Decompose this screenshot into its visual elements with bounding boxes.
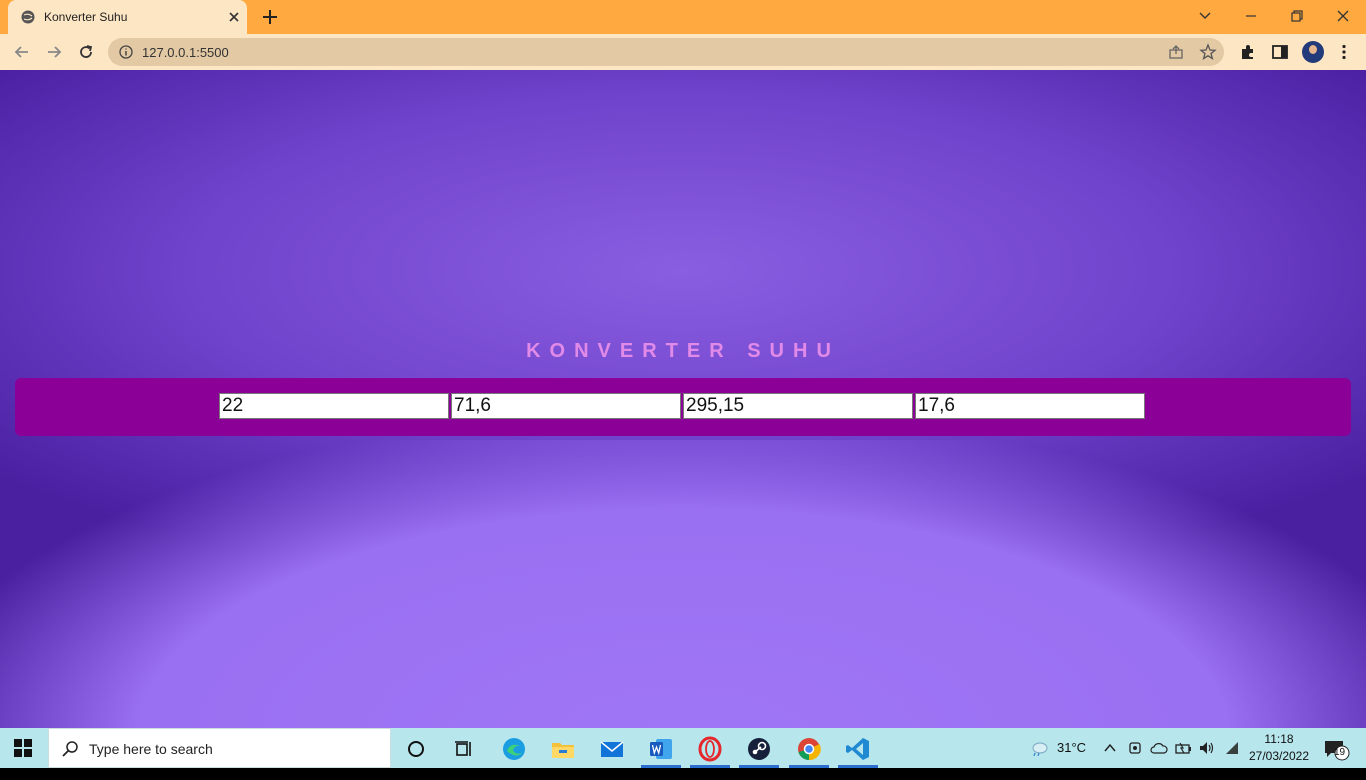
weather-icon[interactable] bbox=[1029, 740, 1049, 756]
minimize-icon[interactable] bbox=[1241, 6, 1261, 26]
battery-icon[interactable] bbox=[1174, 740, 1192, 756]
menu-kebab-icon[interactable] bbox=[1335, 43, 1353, 61]
browser-tab-bar: Konverter Suhu bbox=[0, 0, 1366, 34]
show-hidden-icons-chevron-icon[interactable] bbox=[1103, 741, 1117, 755]
kelvin-input[interactable] bbox=[683, 393, 913, 419]
vscode-icon[interactable] bbox=[845, 736, 871, 762]
task-view-icon[interactable] bbox=[451, 736, 477, 762]
edge-browser-icon[interactable] bbox=[501, 736, 527, 762]
search-placeholder: Type here to search bbox=[89, 741, 213, 757]
reaumur-input[interactable] bbox=[915, 393, 1145, 419]
share-icon[interactable] bbox=[1168, 44, 1184, 60]
windows-taskbar: Type here to search 31°C 11:18 27/03/202… bbox=[0, 728, 1366, 768]
close-window-icon[interactable] bbox=[1333, 6, 1353, 26]
mail-icon[interactable] bbox=[599, 736, 625, 762]
taskbar-search-box[interactable]: Type here to search bbox=[48, 728, 391, 768]
url-text: 127.0.0.1:5500 bbox=[142, 45, 229, 60]
word-icon[interactable] bbox=[648, 736, 674, 762]
profile-avatar[interactable] bbox=[1302, 41, 1324, 63]
browser-tab[interactable]: Konverter Suhu bbox=[8, 0, 247, 34]
page-content: KONVERTER SUHU bbox=[0, 70, 1366, 728]
new-tab-icon[interactable] bbox=[261, 8, 279, 26]
search-icon bbox=[62, 741, 78, 757]
close-tab-icon[interactable] bbox=[226, 9, 242, 25]
notification-count-badge: 19 bbox=[1334, 747, 1346, 758]
clock-date: 27/03/2022 bbox=[1248, 749, 1310, 763]
onedrive-cloud-icon[interactable] bbox=[1150, 741, 1168, 755]
opera-icon[interactable] bbox=[697, 736, 723, 762]
back-arrow-icon[interactable] bbox=[13, 43, 31, 61]
tab-search-chevron-icon[interactable] bbox=[1195, 6, 1215, 26]
network-icon[interactable] bbox=[1224, 740, 1240, 756]
page-title: KONVERTER SUHU bbox=[526, 340, 840, 362]
windows-start-icon[interactable] bbox=[14, 739, 32, 757]
celsius-input[interactable] bbox=[219, 393, 449, 419]
file-explorer-icon[interactable] bbox=[550, 736, 576, 762]
address-bar[interactable]: 127.0.0.1:5500 bbox=[108, 38, 1224, 66]
steam-icon[interactable] bbox=[746, 736, 772, 762]
globe-icon bbox=[21, 10, 35, 24]
fahrenheit-input[interactable] bbox=[451, 393, 681, 419]
browser-toolbar: 127.0.0.1:5500 bbox=[0, 34, 1366, 70]
converter-panel bbox=[15, 378, 1351, 436]
restore-icon[interactable] bbox=[1287, 6, 1307, 26]
clock-time: 11:18 bbox=[1264, 732, 1294, 746]
side-panel-icon[interactable] bbox=[1271, 43, 1289, 61]
meet-now-icon[interactable] bbox=[1128, 740, 1142, 756]
cortana-icon[interactable] bbox=[403, 736, 429, 762]
chrome-icon[interactable] bbox=[796, 736, 822, 762]
site-info-icon[interactable] bbox=[119, 45, 133, 59]
forward-arrow-icon[interactable] bbox=[45, 43, 63, 61]
volume-icon[interactable] bbox=[1198, 740, 1216, 756]
tab-title: Konverter Suhu bbox=[44, 10, 128, 24]
bookmark-star-icon[interactable] bbox=[1199, 43, 1217, 61]
reload-icon[interactable] bbox=[77, 43, 95, 61]
system-clock[interactable]: 11:18 27/03/2022 bbox=[1244, 731, 1314, 765]
extensions-puzzle-icon[interactable] bbox=[1239, 43, 1257, 61]
weather-temperature[interactable]: 31°C bbox=[1057, 740, 1086, 780]
